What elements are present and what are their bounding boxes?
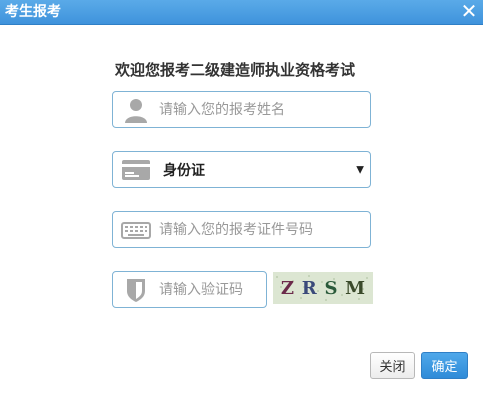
titlebar: 考生报考 ✕ bbox=[0, 0, 483, 25]
id-type-value: 身份证 bbox=[163, 162, 205, 179]
registration-dialog: 考生报考 ✕ 欢迎您报考二级建造师执业资格考试 身份证 ▼ bbox=[0, 0, 483, 396]
id-number-field[interactable] bbox=[112, 211, 371, 248]
confirm-button[interactable]: 确定 bbox=[421, 352, 468, 379]
captcha-image[interactable]: Z R S M bbox=[273, 272, 373, 304]
welcome-heading: 欢迎您报考二级建造师执业资格考试 bbox=[115, 61, 356, 79]
id-number-input[interactable] bbox=[159, 214, 364, 245]
dialog-title: 考生报考 bbox=[5, 4, 61, 20]
keyboard-icon bbox=[121, 221, 151, 239]
captcha-char: M bbox=[345, 277, 366, 299]
id-card-icon bbox=[122, 159, 150, 180]
captcha-char: S bbox=[324, 277, 338, 299]
captcha-char: R bbox=[301, 277, 317, 299]
shield-icon bbox=[127, 278, 145, 302]
user-icon bbox=[125, 98, 147, 123]
captcha-char: Z bbox=[280, 277, 294, 299]
close-button[interactable]: 关闭 bbox=[370, 352, 415, 379]
name-field[interactable] bbox=[112, 91, 371, 128]
chevron-down-icon[interactable]: ▼ bbox=[356, 164, 364, 175]
name-input[interactable] bbox=[159, 94, 364, 125]
captcha-field[interactable] bbox=[112, 271, 267, 308]
captcha-input[interactable] bbox=[159, 274, 260, 305]
id-type-select[interactable]: 身份证 ▼ bbox=[112, 151, 371, 188]
captcha-text: Z R S M bbox=[273, 272, 373, 304]
close-icon[interactable]: ✕ bbox=[459, 1, 479, 21]
